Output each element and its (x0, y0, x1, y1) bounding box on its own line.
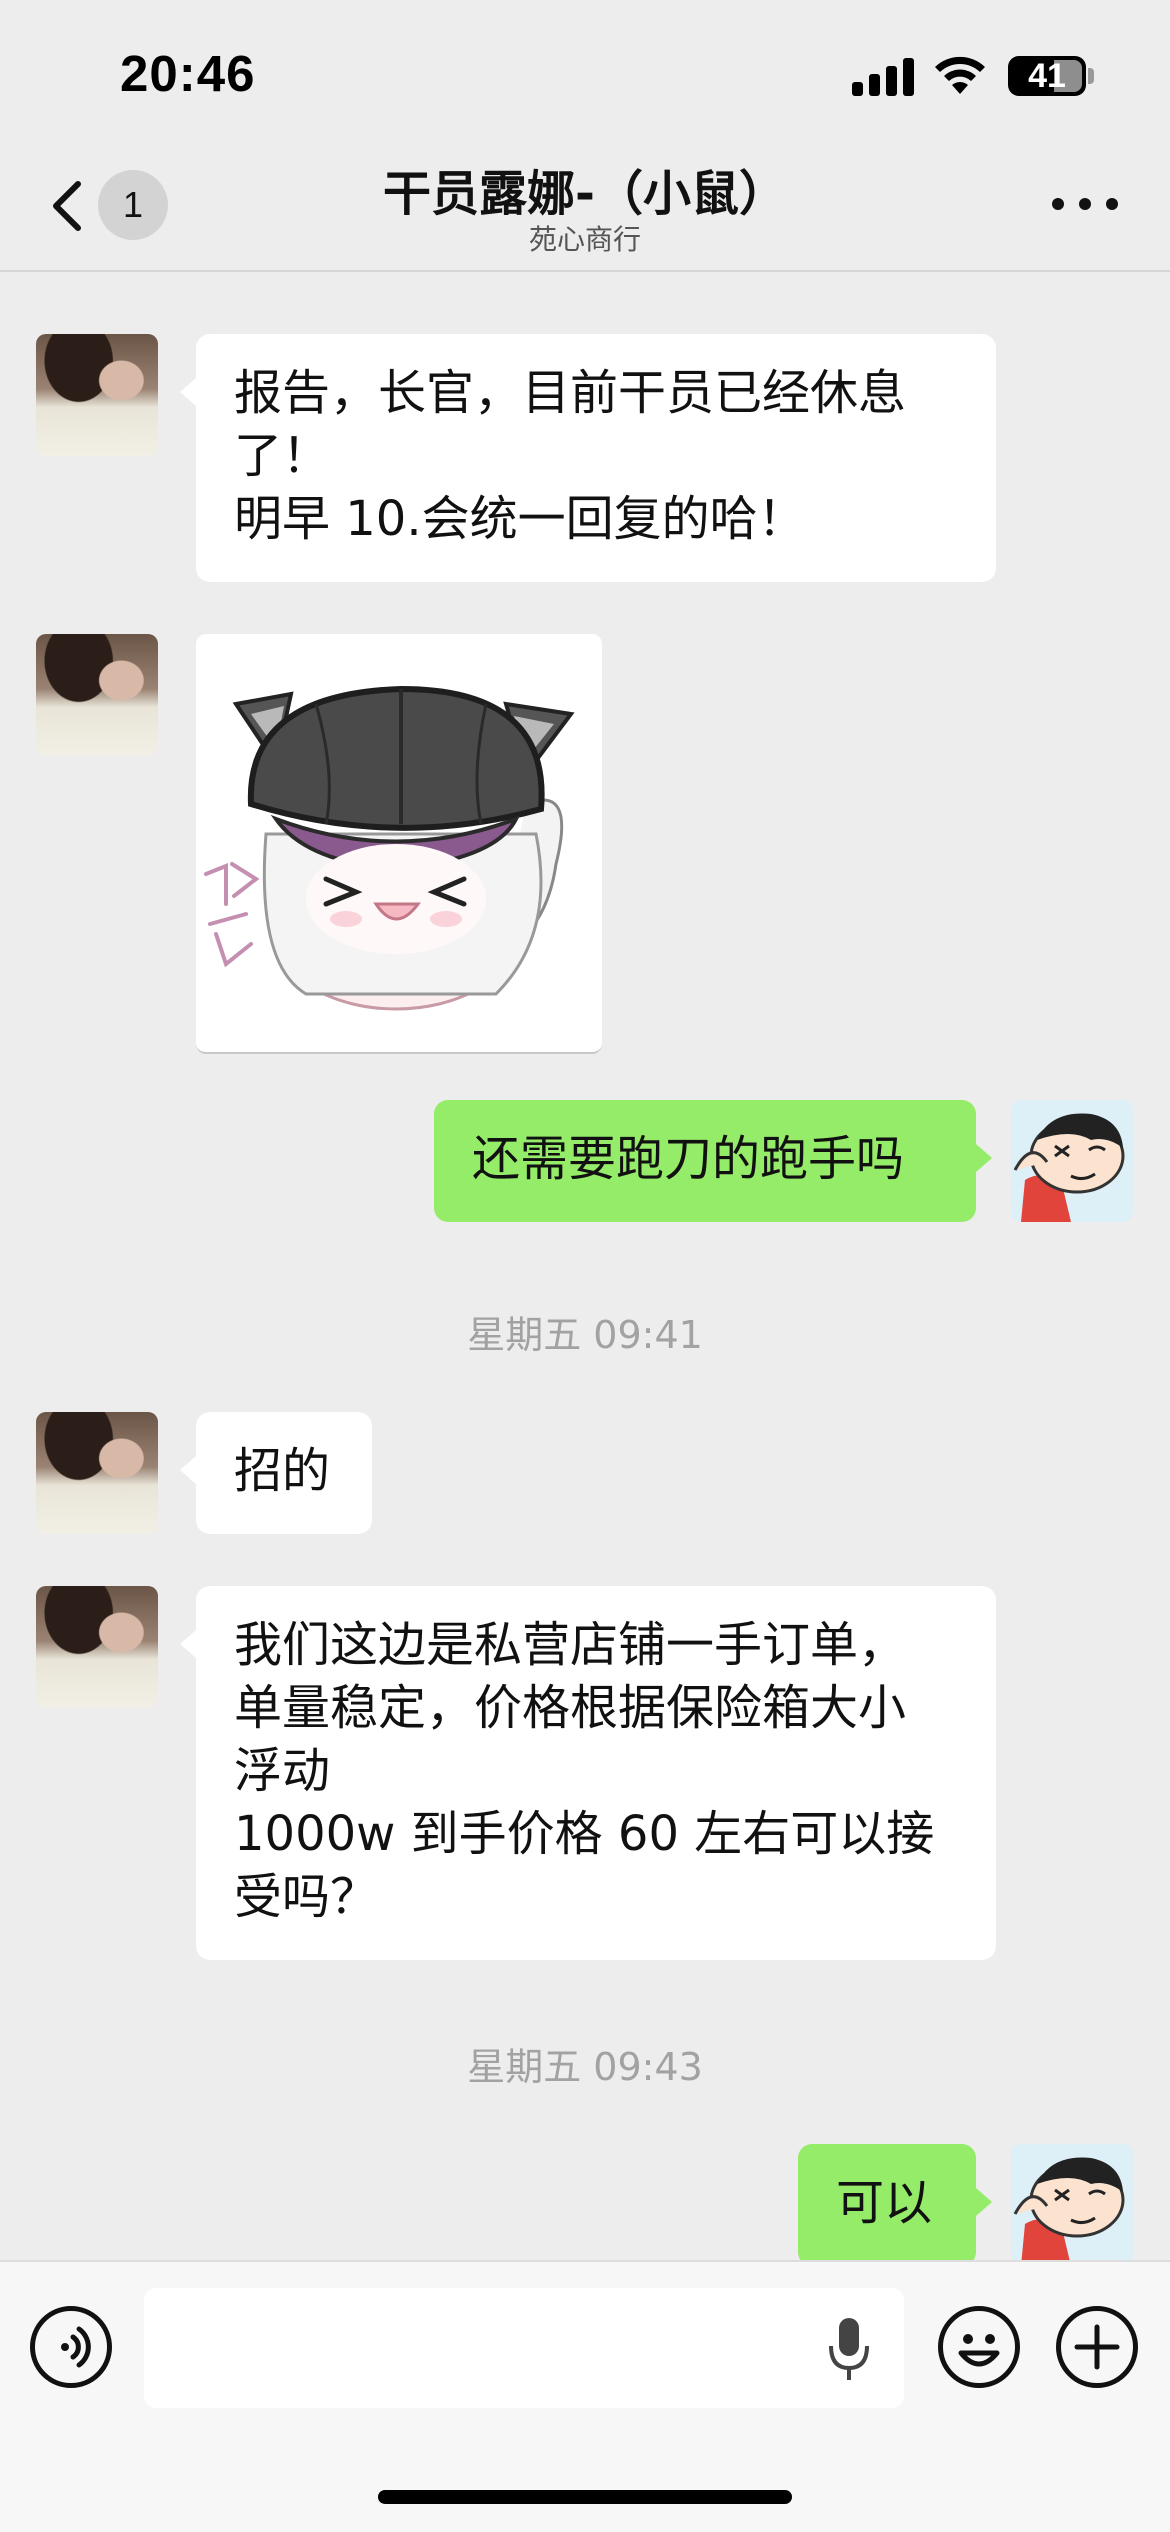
contact-avatar[interactable] (36, 1586, 158, 1708)
cat-hat-girl-sticker[interactable] (196, 634, 602, 1054)
my-avatar[interactable] (1011, 1100, 1133, 1222)
cartoon-boy-avatar-image (1011, 1100, 1133, 1222)
cellular-signal-icon (852, 58, 914, 96)
timestamp: 星期五 09:41 (467, 1313, 703, 1357)
message-input[interactable] (144, 2288, 904, 2408)
outgoing-message-bubble[interactable]: 还需要跑刀的跑手吗 (434, 1100, 992, 1222)
contact-avatar[interactable] (36, 634, 158, 756)
chat-header: 1 干员露娜-（小鼠） 苑心商行 (0, 140, 1170, 272)
sticker-image (204, 685, 575, 1011)
cartoon-boy-avatar-image (1011, 2144, 1133, 2260)
microphone-icon[interactable] (826, 2314, 872, 2384)
outgoing-message-bubble[interactable]: 可以 (798, 2144, 992, 2260)
emoji-icon[interactable] (938, 2306, 1020, 2388)
incoming-message-bubble[interactable]: 我们这边是私营店铺一手订单， 单量稳定，价格根据保险箱大小 浮动 1000w 到… (180, 1586, 996, 1960)
status-bar: 20:46 41 (0, 0, 1170, 140)
smiley-glyph (958, 2334, 1000, 2367)
chat-subtitle: 苑心商行 (528, 223, 641, 256)
battery-level: 41 (1028, 57, 1066, 95)
unread-count-badge[interactable]: 1 (98, 170, 168, 240)
contact-avatar[interactable] (36, 1412, 158, 1534)
chevron-left-icon[interactable] (40, 170, 100, 242)
chat-title: 干员露娜-（小鼠） (383, 166, 787, 222)
battery-tip (1088, 68, 1094, 84)
home-indicator[interactable] (378, 2490, 792, 2504)
voice-waves-glyph (61, 2326, 91, 2368)
incoming-message-bubble[interactable]: 报告，长官，目前干员已经休息 了！ 明早 10.会统一回复的哈！ (180, 334, 996, 582)
more-dots-icon[interactable] (1052, 198, 1118, 218)
incoming-message-bubble[interactable]: 招的 (180, 1412, 372, 1534)
message-list[interactable]: 报告，长官，目前干员已经休息 了！ 明早 10.会统一回复的哈！ 还需要跑刀的跑… (0, 274, 1170, 2260)
my-avatar[interactable] (1011, 2144, 1133, 2260)
wifi-icon (935, 56, 985, 94)
plus-glyph (1074, 2324, 1120, 2370)
contact-avatar[interactable] (36, 334, 158, 456)
timestamp: 星期五 09:43 (467, 2045, 703, 2089)
plus-icon[interactable] (1056, 2306, 1138, 2388)
status-time: 20:46 (120, 45, 256, 102)
voice-mode-icon[interactable] (30, 2306, 112, 2388)
